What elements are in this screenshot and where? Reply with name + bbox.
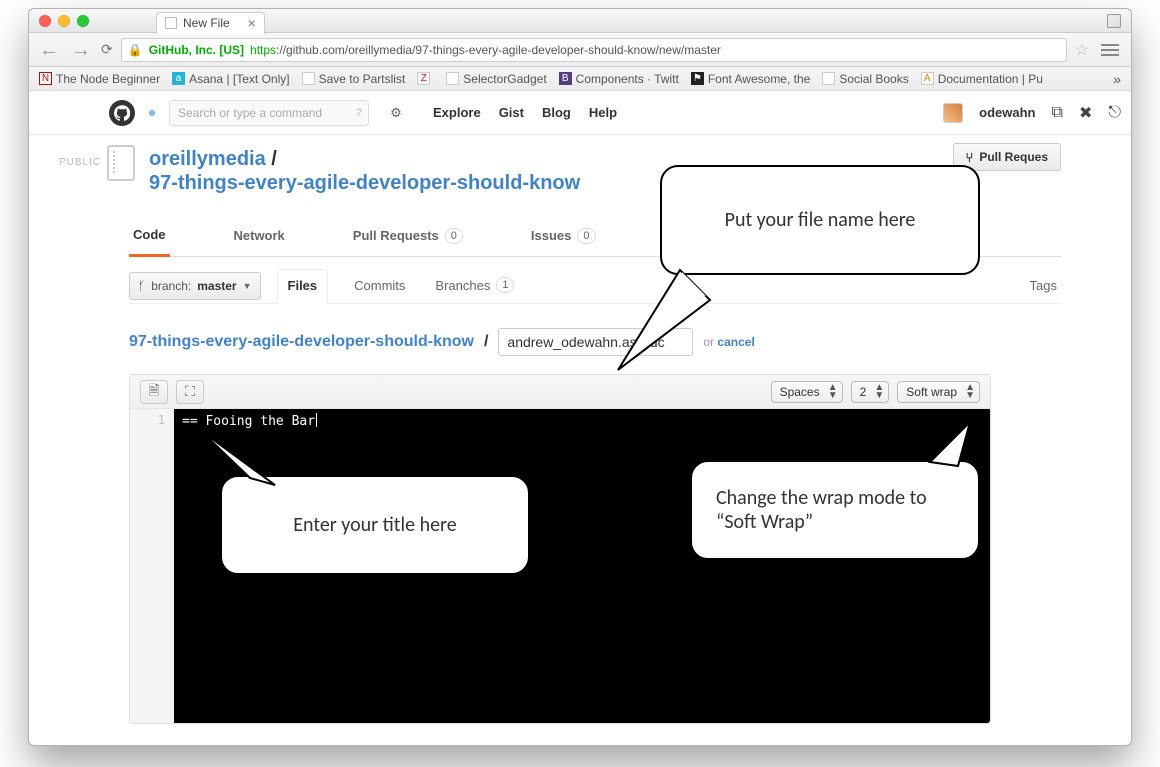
fullscreen-icon[interactable]: ⛶	[176, 380, 204, 404]
username[interactable]: odewahn	[979, 105, 1035, 120]
github-header: Search or type a command ? ⚙ Explore Gis…	[29, 91, 1131, 135]
browser-tab[interactable]: New File ×	[156, 12, 265, 34]
avatar[interactable]	[943, 103, 963, 123]
bookmark-item[interactable]: Social Books	[822, 72, 908, 86]
url-scheme: https	[250, 43, 276, 57]
reload-button[interactable]: ⟳	[101, 41, 113, 58]
nav-help[interactable]: Help	[589, 105, 617, 120]
titlebar: New File ×	[29, 9, 1131, 33]
tab-issues[interactable]: Issues 0	[527, 217, 600, 256]
window-expand-icon[interactable]	[1107, 14, 1121, 28]
subtab-commits[interactable]: Commits	[350, 269, 409, 303]
visibility-badge: PUBLIC	[59, 157, 101, 168]
back-button[interactable]: ←	[37, 40, 61, 60]
bookmark-item[interactable]: ⚑Font Awesome, the	[691, 72, 811, 86]
indent-mode-select[interactable]: Spaces▲▼	[771, 381, 843, 403]
command-bar[interactable]: Search or type a command ?	[169, 100, 369, 126]
wrap-mode-select[interactable]: Soft wrap▲▼	[897, 381, 980, 403]
forward-button[interactable]: →	[69, 40, 93, 60]
line-gutter: 1	[130, 409, 174, 723]
tab-close-icon[interactable]: ×	[248, 15, 256, 31]
annotation-tail-icon	[610, 260, 730, 380]
url-rest: ://github.com/oreillymedia/97-things-eve…	[276, 43, 721, 57]
header-nav: Explore Gist Blog Help	[433, 105, 617, 120]
settings-gear-icon[interactable]: ⚙	[383, 100, 409, 126]
nav-explore[interactable]: Explore	[433, 105, 481, 120]
browser-toolbar: ← → ⟳ 🔒 GitHub, Inc. [US] https://github…	[29, 33, 1131, 67]
lock-icon: 🔒	[128, 43, 143, 57]
command-bar-placeholder: Search or type a command	[178, 106, 322, 120]
tab-favicon	[165, 17, 177, 29]
branch-icon: ᚶ	[138, 279, 145, 293]
pull-request-label: Pull Reques	[979, 150, 1048, 164]
window-close-button[interactable]	[39, 15, 51, 27]
subtab-branches[interactable]: Branches 1	[431, 269, 518, 303]
pull-request-icon: ⑂	[966, 150, 974, 165]
help-icon: ?	[356, 107, 362, 119]
subtab-tags[interactable]: Tags	[1026, 270, 1061, 303]
tab-pull-requests[interactable]: Pull Requests 0	[349, 217, 467, 256]
bookmark-item[interactable]: aAsana | [Text Only]	[172, 72, 290, 86]
tab-title: New File	[183, 16, 230, 30]
bookmark-item[interactable]: Save to Partslist	[302, 72, 406, 86]
repo-owner-link[interactable]: oreillymedia	[149, 148, 266, 170]
bookmark-star-icon[interactable]: ☆	[1075, 40, 1089, 60]
caret-down-icon: ▼	[243, 281, 252, 291]
pr-count: 0	[445, 228, 463, 244]
bookmarks-overflow-icon[interactable]: »	[1113, 71, 1121, 87]
bookmark-item[interactable]: SelectorGadget	[446, 72, 546, 86]
signout-icon[interactable]: ⎋	[1108, 104, 1121, 122]
window-zoom-button[interactable]	[77, 15, 89, 27]
line-number: 1	[158, 413, 165, 427]
issues-count: 0	[577, 228, 595, 244]
repo-icon	[107, 145, 135, 181]
window-minimize-button[interactable]	[58, 15, 70, 27]
bookmark-item[interactable]: Z	[417, 72, 434, 85]
address-bar[interactable]: 🔒 GitHub, Inc. [US] https://github.com/o…	[121, 38, 1067, 62]
github-logo-icon[interactable]	[109, 100, 135, 126]
editor-toolbar: 🗎 ⛶ Spaces▲▼ 2▲▼ Soft wrap▲▼	[130, 375, 990, 409]
new-file-icon[interactable]: 🗎	[140, 380, 168, 404]
notification-dot[interactable]	[149, 110, 155, 116]
annotation-filename: Put your file name here	[660, 165, 980, 275]
nav-gist[interactable]: Gist	[499, 105, 524, 120]
path-separator: /	[484, 333, 488, 351]
indent-size-select[interactable]: 2▲▼	[851, 381, 890, 403]
text-cursor	[316, 413, 317, 427]
bookmark-item[interactable]: ADocumentation | Pu	[921, 72, 1043, 86]
branches-count: 1	[496, 277, 514, 293]
path-repo-link[interactable]: 97-things-every-agile-developer-should-k…	[129, 333, 474, 351]
repo-name-link[interactable]: 97-things-every-agile-developer-should-k…	[149, 172, 580, 194]
bookmarks-bar: NThe Node Beginner aAsana | [Text Only] …	[29, 67, 1131, 91]
subtab-files[interactable]: Files	[277, 269, 329, 304]
file-path-row: 97-things-every-agile-developer-should-k…	[129, 328, 1061, 356]
code-line-1: == Fooing the Bar	[182, 414, 315, 429]
branch-select[interactable]: ᚶ branch: master ▼	[129, 272, 261, 300]
annotation-tail-icon	[920, 422, 990, 482]
cert-owner: GitHub, Inc. [US]	[149, 43, 244, 57]
tab-code[interactable]: Code	[129, 217, 170, 257]
chrome-menu-icon[interactable]	[1101, 44, 1119, 56]
tools-icon[interactable]: ✖	[1079, 103, 1092, 123]
slash: /	[271, 148, 277, 170]
new-repo-icon[interactable]: ⧉	[1052, 104, 1063, 122]
bookmark-item[interactable]: NThe Node Beginner	[39, 72, 160, 86]
tab-network[interactable]: Network	[230, 217, 289, 256]
browser-window: New File × ← → ⟳ 🔒 GitHub, Inc. [US] htt…	[28, 8, 1132, 746]
bookmark-item[interactable]: BComponents · Twitt	[559, 72, 679, 86]
nav-blog[interactable]: Blog	[542, 105, 571, 120]
annotation-tail-icon	[190, 430, 280, 510]
